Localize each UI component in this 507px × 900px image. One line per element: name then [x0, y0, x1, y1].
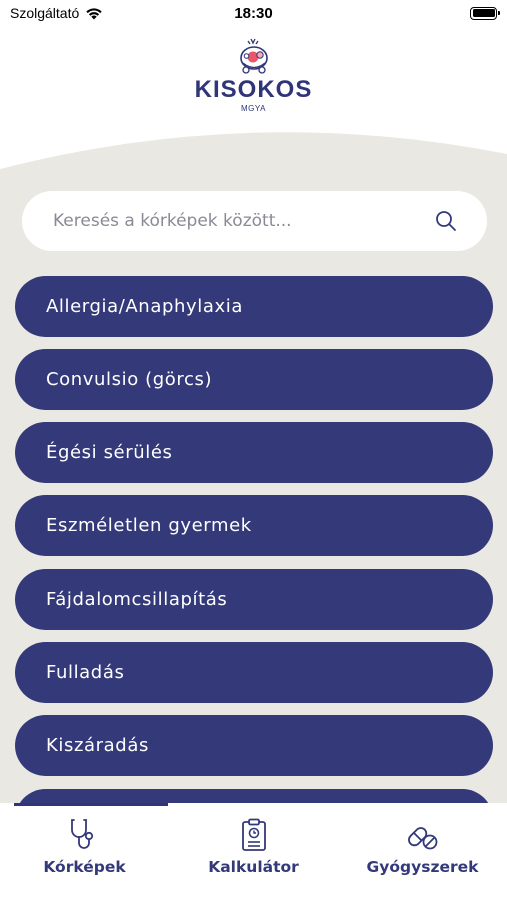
search-input[interactable] [53, 211, 435, 231]
pill-icon [407, 827, 437, 850]
list-item-fajdalomcsillapitas[interactable]: Fájdalomcsillapítás [15, 569, 493, 630]
active-tab-indicator [14, 803, 168, 806]
app-subtitle: MGYA [241, 104, 266, 113]
status-left: Szolgáltató [10, 5, 103, 21]
list-item-label: Kiszáradás [46, 735, 149, 756]
tab-bar: Kórképek Kalkulátor Gyógyszerek [0, 803, 507, 900]
list-item-label: Allergia/Anaphylaxia [46, 296, 243, 317]
app-logo: KISOKOS MGYA [0, 36, 507, 113]
stethoscope-icon [70, 819, 93, 849]
list-item-convulsio[interactable]: Convulsio (görcs) [15, 349, 493, 410]
tab-label: Kalkulátor [208, 858, 299, 876]
tab-korkepek[interactable]: Kórképek [0, 803, 169, 900]
app-title: KISOKOS [194, 76, 313, 103]
tab-gyogyszerek[interactable]: Gyógyszerek [338, 803, 507, 900]
search-bar[interactable] [22, 191, 487, 251]
list-item-label: Égési sérülés [46, 442, 173, 463]
list-item-kiszaradas[interactable]: Kiszáradás [15, 715, 493, 776]
list-item-label: Fulladás [46, 662, 125, 683]
list-item-fulladas[interactable]: Fulladás [15, 642, 493, 703]
list-item-label: Convulsio (görcs) [46, 369, 213, 390]
battery-icon [470, 6, 500, 20]
list-item-egesi-serules[interactable]: Égési sérülés [15, 422, 493, 483]
list-item-eszmeletlen-gyermek[interactable]: Eszméletlen gyermek [15, 495, 493, 556]
carrier-label: Szolgáltató [10, 5, 80, 21]
list-item-label: Fájdalomcsillapítás [46, 589, 228, 610]
wifi-icon [86, 7, 102, 19]
list-item-label: Eszméletlen gyermek [46, 515, 252, 536]
condition-list: Allergia/Anaphylaxia Convulsio (görcs) É… [15, 276, 493, 803]
logo-mascot-icon [239, 38, 268, 74]
tab-label: Kórképek [43, 858, 126, 876]
list-item-allergia[interactable]: Allergia/Anaphylaxia [15, 276, 493, 337]
list-item-partial[interactable] [15, 789, 493, 803]
status-bar: Szolgáltató 18:30 [0, 0, 507, 26]
clipboard-clock-icon [241, 818, 266, 851]
tab-kalkulator[interactable]: Kalkulátor [169, 803, 338, 900]
tab-label: Gyógyszerek [366, 858, 479, 876]
search-icon[interactable] [435, 210, 457, 232]
